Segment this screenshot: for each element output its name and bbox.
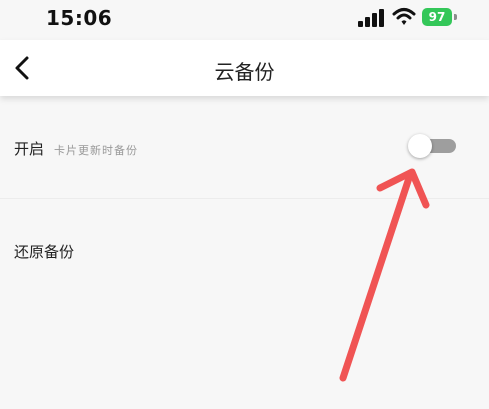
backup-toggle-switch[interactable] — [408, 134, 456, 158]
navigation-bar: 云备份 — [0, 40, 489, 96]
battery-icon: 97 — [422, 7, 458, 27]
status-time: 15:06 — [46, 6, 113, 30]
open-hint: 卡片更新时备份 — [54, 144, 138, 157]
wifi-icon — [392, 8, 416, 25]
status-bar: 15:06 97 — [0, 0, 489, 40]
settings-row-open: 开启 卡片更新时备份 — [0, 98, 489, 199]
open-label: 开启 — [14, 140, 45, 158]
toggle-knob — [408, 134, 432, 158]
restore-backup-label: 还原备份 — [14, 243, 75, 261]
page-title: 云备份 — [214, 60, 275, 84]
battery-level: 97 — [422, 8, 452, 26]
settings-row-restore[interactable]: 还原备份 — [0, 199, 489, 299]
cellular-signal-icon — [358, 9, 386, 27]
